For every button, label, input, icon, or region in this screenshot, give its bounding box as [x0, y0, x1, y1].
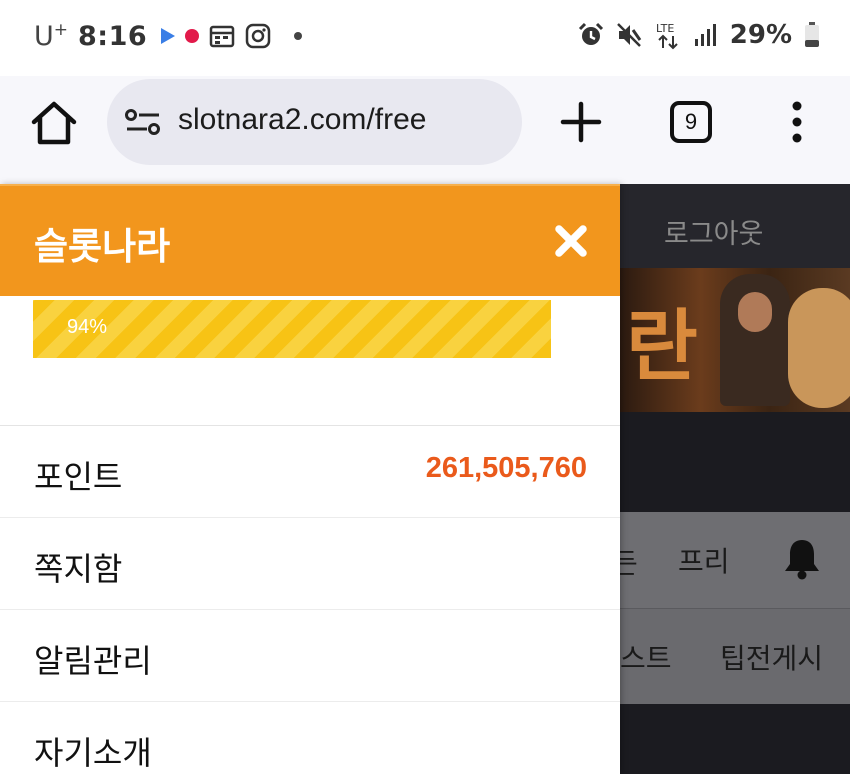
bell-icon[interactable]	[782, 538, 822, 580]
alarm-icon	[578, 22, 603, 45]
menu-item-notification-settings[interactable]: 알림관리	[0, 610, 620, 702]
banner-figure-character	[788, 288, 850, 408]
menu-item-label: 알림관리	[34, 642, 152, 680]
lte-icon: LTE	[656, 22, 678, 50]
banner-text: 란	[626, 302, 698, 392]
play-icon	[161, 28, 176, 44]
site-settings-icon[interactable]	[125, 107, 161, 137]
status-right: LTE 29%	[578, 20, 820, 50]
menu-item-label: 포인트	[34, 458, 123, 496]
bg-nav-row-2: 스트 팁전게시	[620, 608, 850, 704]
side-drawer: 슬롯나라 94% 포인트 261,505,760 쪽지함 알림관리 자기소개	[0, 184, 620, 774]
drawer-header: 슬롯나라	[0, 184, 620, 296]
browser-toolbar: slotnara2.com/free 9	[0, 76, 850, 184]
close-icon[interactable]	[552, 222, 590, 260]
bg-nav-item[interactable]: 든	[620, 542, 638, 582]
banner-figure-man	[720, 274, 790, 406]
level-progress-bar: 94%	[33, 300, 584, 358]
bg-spacer	[620, 412, 850, 512]
points-value: 261,505,760	[425, 452, 587, 484]
drawer-title: 슬롯나라	[34, 225, 171, 268]
calendar-icon	[209, 25, 235, 48]
bg-header: 로그아웃	[620, 184, 850, 268]
svg-text:LTE: LTE	[656, 22, 674, 35]
menu-item-points[interactable]: 포인트 261,505,760	[0, 426, 620, 518]
instagram-icon	[245, 23, 271, 49]
mute-icon	[616, 23, 641, 47]
new-tab-icon[interactable]	[557, 98, 605, 146]
status-bar: U+ 8:16 LTE 29%	[0, 0, 850, 76]
bg-nav-item-free[interactable]: 프리	[678, 540, 730, 580]
bg-nav-item[interactable]: 스트	[620, 637, 672, 677]
clock: 8:16	[78, 20, 148, 52]
signal-icon	[694, 24, 716, 46]
menu-item-self-introduction[interactable]: 자기소개	[0, 702, 620, 774]
progress-label: 94%	[67, 316, 108, 338]
home-icon[interactable]	[28, 98, 80, 150]
status-left: U+ 8:16	[34, 20, 305, 52]
tab-switcher-button[interactable]: 9	[670, 101, 712, 143]
drawer-menu: 포인트 261,505,760 쪽지함 알림관리 자기소개	[0, 426, 620, 774]
menu-item-messages[interactable]: 쪽지함	[0, 518, 620, 610]
dot-icon	[294, 32, 303, 40]
battery-icon	[805, 22, 819, 47]
bg-bottom	[620, 704, 850, 774]
record-dot-icon	[185, 29, 200, 43]
carrier-sup: +	[53, 20, 69, 40]
menu-item-label: 쪽지함	[34, 550, 123, 588]
carrier-label: U+	[34, 20, 68, 52]
logout-link[interactable]: 로그아웃	[664, 212, 763, 251]
carrier-text: U	[34, 21, 54, 52]
more-menu-icon[interactable]	[780, 98, 814, 146]
address-bar[interactable]: slotnara2.com/free	[107, 79, 522, 165]
bg-nav-item-tips[interactable]: 팁전게시	[720, 637, 823, 677]
menu-item-label: 자기소개	[34, 734, 152, 772]
progress-fill	[33, 300, 551, 358]
drawer-spacer	[0, 358, 620, 426]
battery-percent: 29%	[729, 20, 792, 50]
url-text[interactable]: slotnara2.com/free	[178, 103, 426, 137]
bg-nav-row-1: 든 프리	[620, 512, 850, 608]
background-page: 로그아웃 란 든 프리 스트 팁전게시	[620, 184, 850, 774]
notification-icons	[161, 23, 305, 49]
bg-banner-image: 란	[620, 268, 850, 412]
banner-figure-face	[738, 292, 772, 332]
